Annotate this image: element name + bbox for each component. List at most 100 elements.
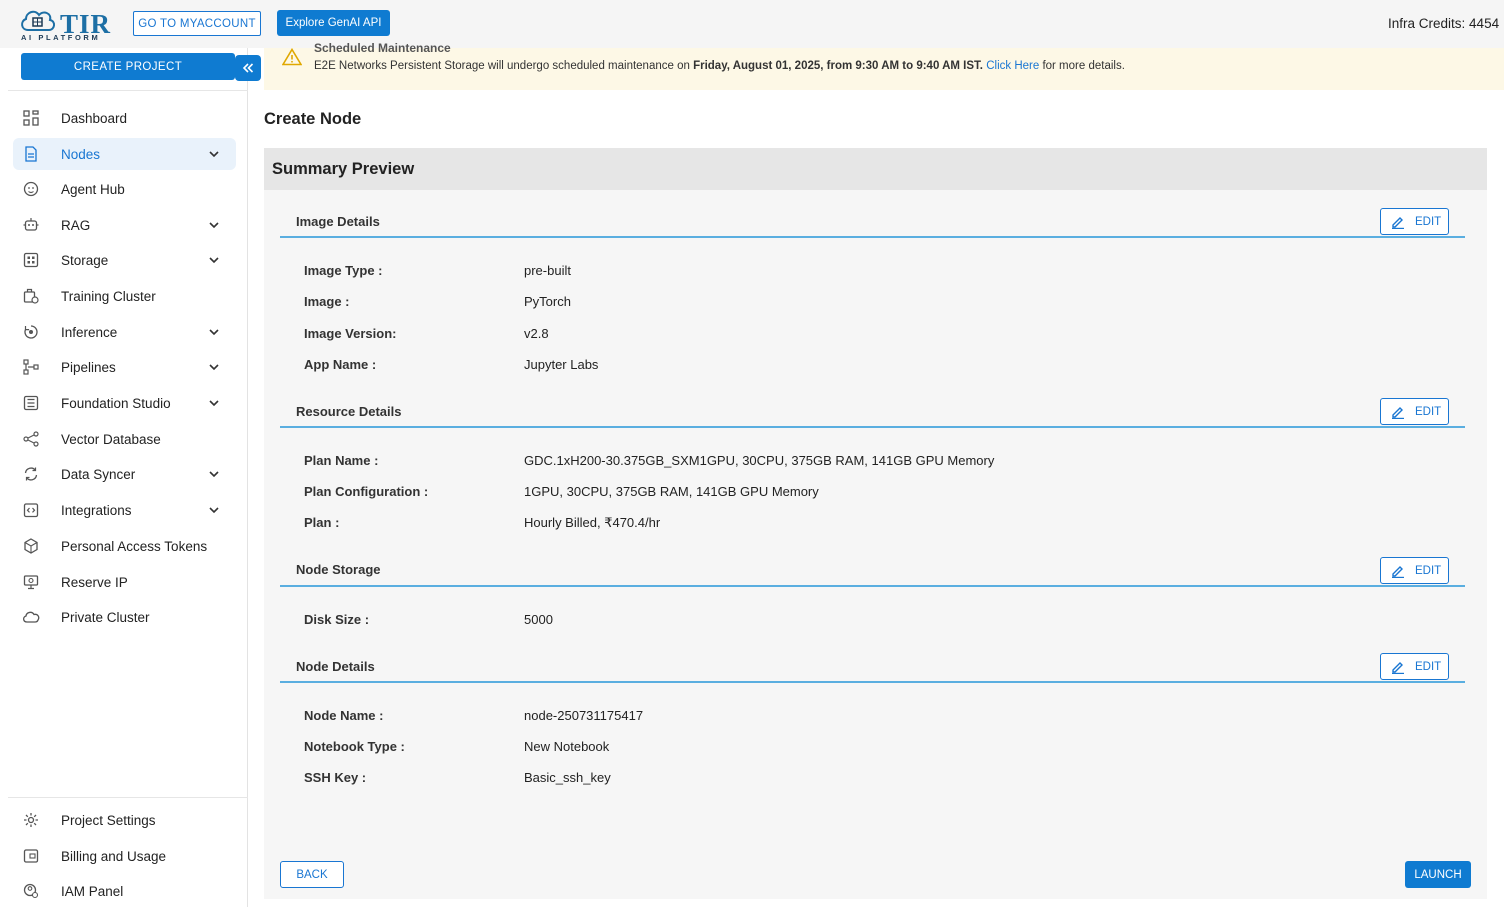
token-icon [22,537,40,555]
sidebar-item-private-cluster[interactable]: Private Cluster [13,601,236,633]
create-project-button[interactable]: CREATE PROJECT [21,53,235,80]
row-value: GDC.1xH200-30.375GB_SXM1GPU, 30CPU, 375G… [524,453,995,468]
section-title-image-details: Image Details [296,214,380,229]
chevron-down-icon [209,257,219,264]
collapse-sidebar-button[interactable] [235,55,261,81]
banner-text-after: for more details. [1039,60,1125,72]
sidebar-item-data-syncer[interactable]: Data Syncer [13,458,236,490]
edit-label: EDIT [1415,215,1442,228]
top-bar: TIR AI PLATFORM GO TO MYACCOUNT Explore … [0,0,1504,48]
maintenance-banner: Scheduled Maintenance E2E Networks Persi… [264,41,1504,90]
edit-label: EDIT [1415,660,1442,673]
edit-node-details-button[interactable]: EDIT [1380,653,1449,680]
row-label: Plan Configuration : [304,484,429,499]
row-label: Plan : [304,515,340,530]
row-label: SSH Key : [304,770,367,785]
row-label: Image Version: [304,326,397,341]
row-value: Hourly Billed, ₹470.4/hr [524,515,661,530]
row-label: App Name : [304,357,377,372]
section-title-node-storage: Node Storage [296,562,381,577]
launch-button[interactable]: LAUNCH [1405,861,1471,888]
row-label: Image : [304,294,350,309]
sidebar-item-integrations[interactable]: Integrations [13,494,236,526]
tir-logo[interactable]: TIR AI PLATFORM [18,6,110,42]
dashboard-icon [22,109,40,127]
sidebar-item-label: RAG [61,217,91,233]
section-title-resource-details: Resource Details [296,404,402,419]
sidebar-item-vector-database[interactable]: Vector Database [13,423,236,455]
edit-node-storage-button[interactable]: EDIT [1380,557,1449,584]
grid-icon [22,251,40,269]
sidebar-item-label: Storage [61,252,109,268]
sidebar-item-pipelines[interactable]: Pipelines [13,351,236,383]
billing-icon [22,847,40,865]
section-divider [280,236,1465,238]
sidebar-item-project-settings[interactable]: Project Settings [13,804,236,836]
section-divider [280,585,1465,587]
section-divider [280,426,1465,428]
sidebar-item-label: Project Settings [61,812,156,828]
banner-title: Scheduled Maintenance [314,41,451,55]
sidebar-item-label: Training Cluster [61,288,156,304]
pencil-icon [1392,661,1404,674]
sidebar-item-billing-and-usage[interactable]: Billing and Usage [13,840,236,872]
go-to-myaccount-button[interactable]: GO TO MYACCOUNT [133,11,261,36]
banner-text-before: E2E Networks Persistent Storage will und… [314,60,694,72]
row-value: PyTorch [524,294,571,309]
row-value: Basic_ssh_key [524,770,611,785]
edit-image-details-button[interactable]: EDIT [1380,208,1449,235]
ip-icon [22,573,40,591]
vector-icon [22,430,40,448]
inference-icon [22,323,40,341]
sidebar-item-storage[interactable]: Storage [13,244,236,276]
chevron-down-icon [209,151,219,158]
sidebar-divider [8,90,248,91]
sync-icon [22,465,40,483]
sidebar-item-personal-access-tokens[interactable]: Personal Access Tokens [13,530,236,562]
row-value: pre-built [524,263,571,278]
sidebar-item-inference[interactable]: Inference [13,316,236,348]
chevron-down-icon [209,222,219,229]
sidebar-item-nodes[interactable]: Nodes [13,138,236,170]
cloud-logo-icon [21,10,55,31]
row-label: Node Name : [304,708,384,723]
row-label: Image Type : [304,263,383,278]
row-label: Plan Name : [304,453,379,468]
sidebar-item-reserve-ip[interactable]: Reserve IP [13,566,236,598]
section-divider [280,681,1465,683]
chevron-down-icon [209,471,219,478]
iam-icon [22,882,40,900]
banner-message: E2E Networks Persistent Storage will und… [314,60,1125,72]
training-cluster-icon [22,287,40,305]
sidebar-item-label: Private Cluster [61,609,150,625]
studio-icon [22,394,40,412]
sidebar-item-label: Personal Access Tokens [61,538,208,554]
row-value: Jupyter Labs [524,357,599,372]
banner-click-here-link[interactable]: Click Here [986,60,1039,72]
sidebar-item-iam-panel[interactable]: IAM Panel [13,875,236,907]
sidebar-item-training-cluster[interactable]: Training Cluster [13,280,236,312]
edit-label: EDIT [1415,405,1442,418]
agent-icon [22,180,40,198]
row-value: New Notebook [524,739,610,754]
page-title: Create Node [264,110,362,128]
sidebar-item-agent-hub[interactable]: Agent Hub [13,173,236,205]
row-label: Notebook Type : [304,739,405,754]
sidebar-item-label: Nodes [61,146,101,162]
row-value: node-250731175417 [524,708,644,723]
summary-header: Summary Preview [264,148,1487,190]
banner-text-bold: Friday, August 01, 2025, from 9:30 AM to… [693,60,983,72]
edit-resource-details-button[interactable]: EDIT [1380,398,1449,425]
chevron-down-icon [209,329,219,336]
sidebar-item-label: Foundation Studio [61,395,171,411]
summary-title: Summary Preview [272,160,415,178]
row-label: Disk Size : [304,612,370,627]
edit-label: EDIT [1415,564,1442,577]
sidebar-bottom-divider [8,797,248,798]
explore-genai-api-button[interactable]: Explore GenAI API [277,10,390,36]
sidebar-item-foundation-studio[interactable]: Foundation Studio [13,387,236,419]
sidebar-item-rag[interactable]: RAG [13,209,236,241]
pipeline-icon [22,358,40,376]
back-button[interactable]: BACK [280,861,344,888]
sidebar-item-dashboard[interactable]: Dashboard [13,102,236,134]
